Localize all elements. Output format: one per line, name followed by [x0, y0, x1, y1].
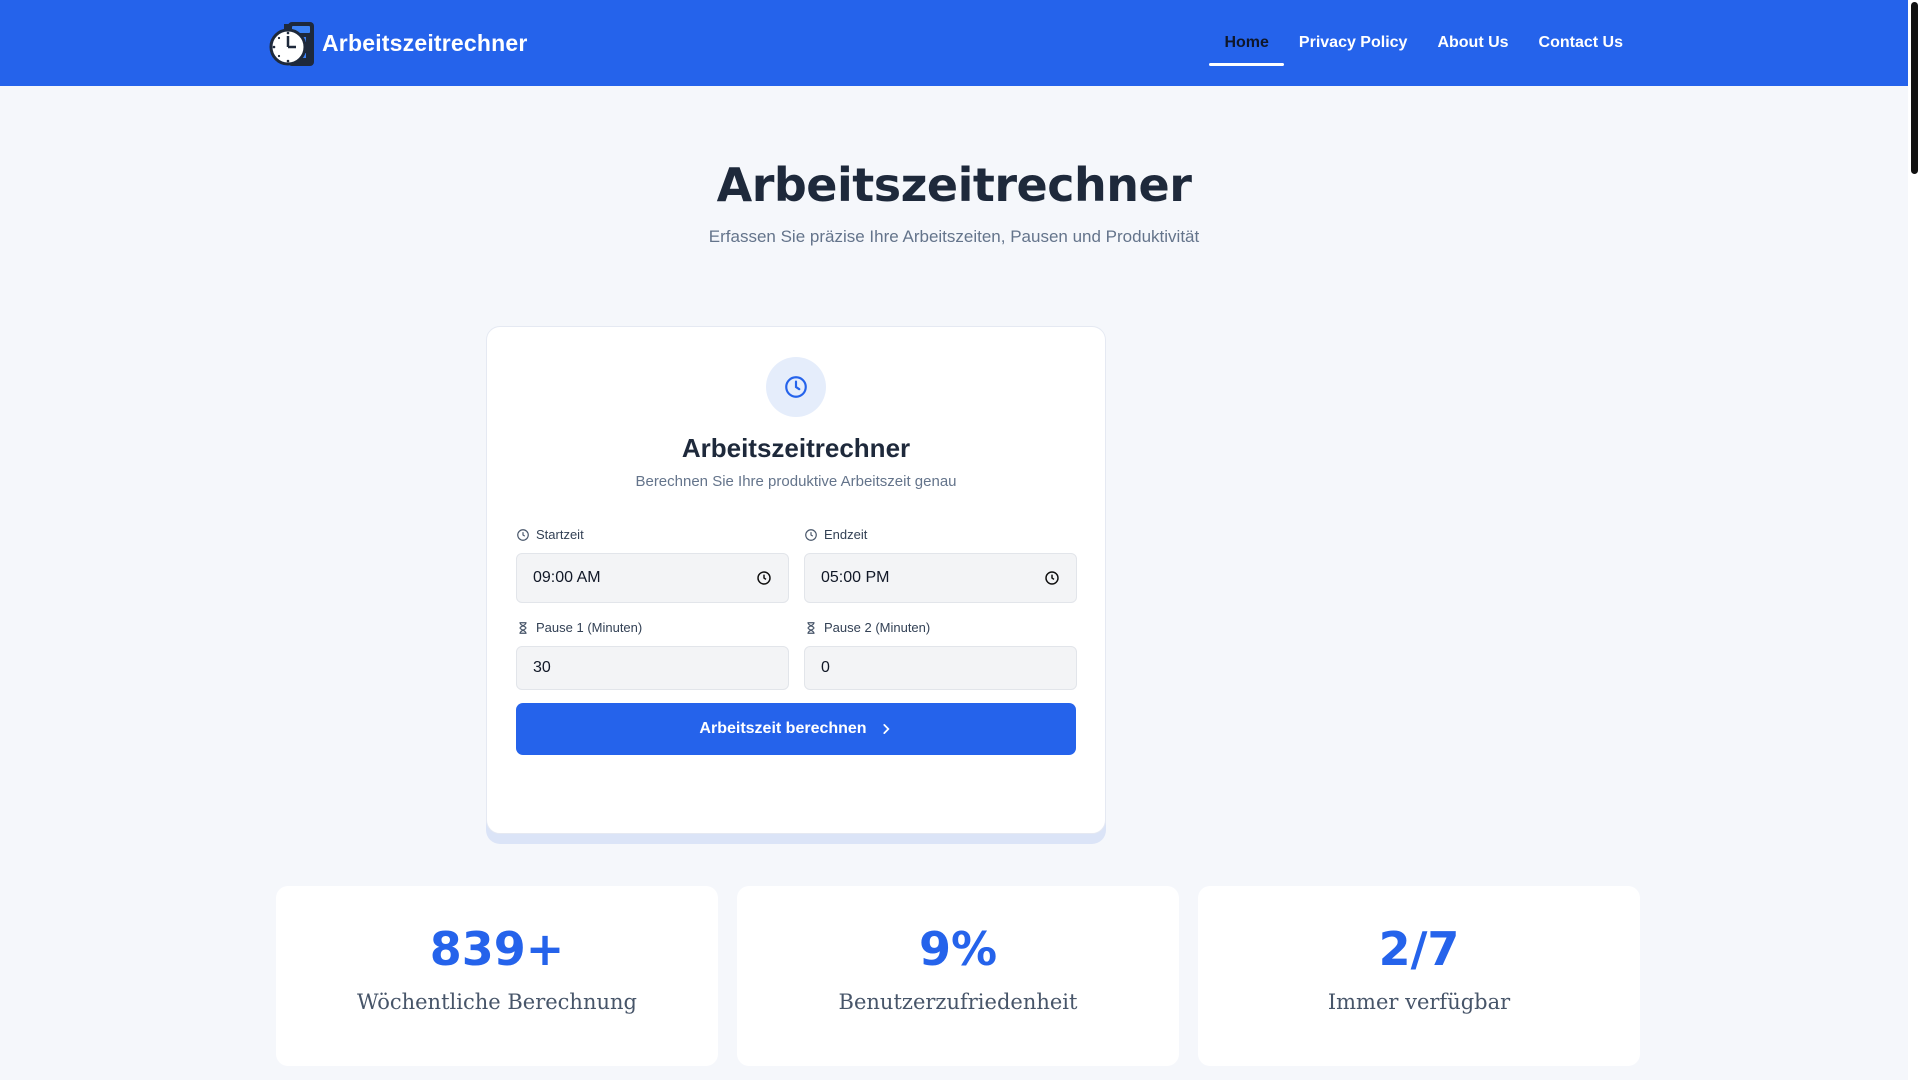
hourglass-icon: [807, 621, 815, 634]
clock-icon: [805, 528, 817, 541]
calculator-subtitle: Berechnen Sie Ihre produktive Arbeitszei…: [635, 473, 957, 490]
stat-label: Immer verfügbar: [1327, 990, 1511, 1014]
nav-about-us[interactable]: About Us: [1422, 0, 1523, 86]
nav-privacy-policy[interactable]: Privacy Policy: [1284, 0, 1423, 86]
clock-icon: [785, 376, 807, 398]
end-time-label-text: Endzeit: [824, 527, 868, 542]
brand-link[interactable]: Arbeitszeitrechner: [268, 12, 528, 74]
page-title: Arbeitszeitrechner: [716, 158, 1192, 212]
page-subtitle: Erfassen Sie präzise Ihre Arbeitszeiten,…: [708, 227, 1200, 246]
pause1-value: 30: [533, 659, 551, 676]
pause1-label: Pause 1 (Minuten): [516, 620, 642, 635]
stat-card-weekly: 839+ Wöchentliche Berechnung: [276, 886, 718, 1066]
start-time-label-text: Startzeit: [536, 527, 584, 542]
stat-value: 9%: [918, 922, 998, 976]
stat-value: 2/7: [1378, 922, 1460, 976]
stat-label: Benutzerzufriedenheit: [838, 990, 1078, 1014]
brand-name: Arbeitszeitrechner: [322, 29, 528, 56]
main-nav: Home Privacy Policy About Us Contact Us: [1209, 0, 1638, 86]
pause2-label-text: Pause 2 (Minuten): [824, 620, 931, 635]
card-icon-badge: [766, 357, 826, 417]
nav-home[interactable]: Home: [1209, 0, 1285, 86]
end-time-input[interactable]: 05:00 PM: [804, 553, 1077, 603]
clock-icon: [517, 528, 529, 541]
pause2-value: 0: [821, 659, 830, 676]
chevron-right-icon: [882, 724, 890, 734]
pause1-label-text: Pause 1 (Minuten): [536, 620, 643, 635]
stat-value: 839+: [429, 922, 565, 976]
pause2-input[interactable]: 0: [804, 646, 1077, 690]
scrollbar-thumb[interactable]: [1911, 2, 1918, 174]
calculator-clock-logo-icon: [269, 22, 314, 66]
pause2-label: Pause 2 (Minuten): [804, 620, 930, 635]
calculate-button[interactable]: Arbeitszeit berechnen: [516, 703, 1076, 755]
hourglass-icon: [519, 621, 527, 634]
stat-label: Wöchentliche Berechnung: [357, 990, 637, 1014]
start-time-input[interactable]: 09:00 AM: [516, 553, 789, 603]
pause1-input[interactable]: 30: [516, 646, 789, 690]
top-navbar: Arbeitszeitrechner Home Privacy Policy A…: [0, 0, 1908, 86]
calculator-title: Arbeitszeitrechner: [681, 433, 911, 463]
clock-picker-icon[interactable]: [756, 570, 772, 586]
calculator-card: Arbeitszeitrechner Berechnen Sie Ihre pr…: [486, 326, 1106, 834]
clock-picker-icon[interactable]: [1044, 570, 1060, 586]
stat-card-availability: 2/7 Immer verfügbar: [1198, 886, 1640, 1066]
calculate-button-label: Arbeitszeit berechnen: [699, 720, 867, 737]
stat-card-satisfaction: 9% Benutzerzufriedenheit: [737, 886, 1179, 1066]
start-time-label: Startzeit: [516, 527, 584, 542]
page-scrollbar[interactable]: [1908, 0, 1920, 1080]
end-time-value: 05:00 PM: [821, 569, 890, 586]
start-time-value: 09:00 AM: [533, 569, 601, 586]
end-time-label: Endzeit: [804, 527, 867, 542]
nav-contact-us[interactable]: Contact Us: [1524, 0, 1638, 86]
